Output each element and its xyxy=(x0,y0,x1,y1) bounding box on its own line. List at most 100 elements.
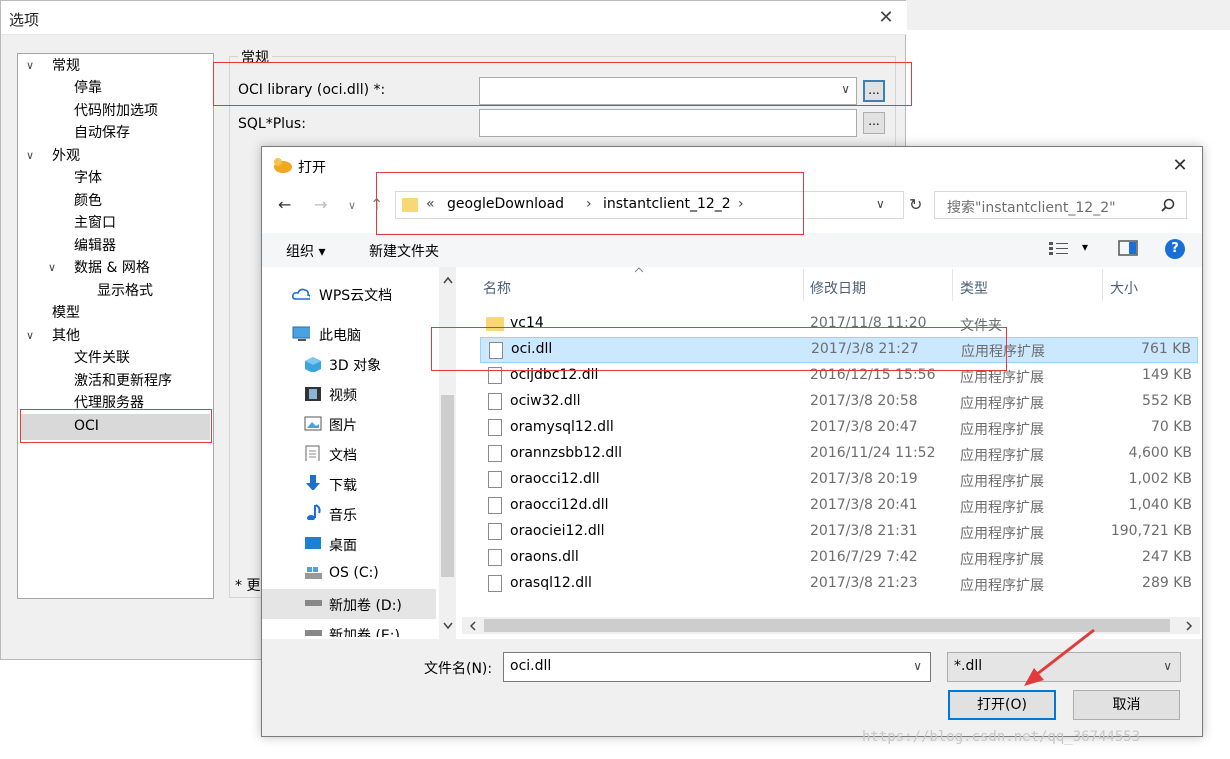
chevron-down-icon[interactable]: ∨ xyxy=(913,659,922,673)
oci-browse-button[interactable]: ... xyxy=(863,80,885,102)
file-row[interactable]: oraons.dll 2016/7/29 7:42 应用程序扩展 247 KB xyxy=(480,545,1198,571)
tree-item-autosave[interactable]: 自动保存 xyxy=(74,123,130,143)
view-dropdown-icon[interactable]: ▾ xyxy=(1082,240,1088,254)
breadcrumb-separator[interactable]: › xyxy=(738,196,744,212)
open-button[interactable]: 打开(O) xyxy=(948,690,1056,720)
nav-item-os-c[interactable]: OS (C:) xyxy=(329,565,379,581)
file-row-selected[interactable]: oci.dll 2017/3/8 21:27 应用程序扩展 761 KB xyxy=(480,337,1198,363)
tree-item-oci[interactable]: OCI xyxy=(74,416,99,436)
scroll-left-icon[interactable] xyxy=(468,620,478,632)
dll-file-icon xyxy=(488,549,502,566)
scroll-right-icon[interactable] xyxy=(1184,620,1194,632)
nav-item-pictures[interactable]: 图片 xyxy=(329,415,357,435)
tree-item-main-window[interactable]: 主窗口 xyxy=(74,213,116,233)
view-options-icon[interactable] xyxy=(1049,241,1069,255)
breadcrumb-overflow[interactable]: « xyxy=(426,196,435,212)
file-name: ociw32.dll xyxy=(510,393,581,409)
file-name: oraociei12.dll xyxy=(510,523,605,539)
scroll-up-icon[interactable] xyxy=(442,275,454,285)
options-tree: ∨ 常规 停靠 代码附加选项 自动保存 ∨ 外观 字体 颜色 主窗口 编辑器 ∨… xyxy=(17,53,214,599)
tree-item-font[interactable]: 字体 xyxy=(74,168,102,188)
file-row[interactable]: oraocci12d.dll 2017/3/8 20:41 应用程序扩展 1,0… xyxy=(480,493,1198,519)
nav-item-clip: 新加卷 (E:) xyxy=(322,619,438,637)
nav-item-this-pc[interactable]: 此电脑 xyxy=(319,325,361,345)
file-type: 应用程序扩展 xyxy=(960,578,1044,594)
file-row[interactable]: oraociei12.dll 2017/3/8 21:31 应用程序扩展 190… xyxy=(480,519,1198,545)
tree-item-activation[interactable]: 激活和更新程序 xyxy=(74,371,172,391)
file-date: 2016/7/29 7:42 xyxy=(810,549,918,565)
preview-pane-icon[interactable] xyxy=(1118,240,1138,256)
file-row[interactable]: orasql12.dll 2017/3/8 21:23 应用程序扩展 289 K… xyxy=(480,571,1198,597)
search-input[interactable]: 搜索"instantclient_12_2" xyxy=(934,191,1187,219)
file-type: 文件夹 xyxy=(960,318,1002,334)
file-type-value: *.dll xyxy=(954,658,983,674)
3d-objects-icon xyxy=(305,357,321,372)
tree-expand-icon[interactable]: ∨ xyxy=(26,146,34,166)
sqlplus-input[interactable] xyxy=(479,109,857,137)
nav-item-desktop[interactable]: 桌面 xyxy=(329,535,357,555)
breadcrumb-separator[interactable]: › xyxy=(586,196,592,212)
tree-item-model[interactable]: 模型 xyxy=(52,303,80,323)
nav-item-documents[interactable]: 文档 xyxy=(329,445,357,465)
help-icon[interactable]: ? xyxy=(1165,239,1185,259)
options-close-icon[interactable]: ✕ xyxy=(873,7,899,29)
nav-scrollbar-thumb[interactable] xyxy=(441,395,454,577)
oci-library-input[interactable]: ∨ xyxy=(479,77,857,105)
file-row[interactable]: oraocci12.dll 2017/3/8 20:19 应用程序扩展 1,00… xyxy=(480,467,1198,493)
scroll-down-icon[interactable] xyxy=(442,621,454,631)
forward-arrow-icon[interactable]: → xyxy=(314,195,327,214)
tree-item-data-grid[interactable]: 数据 & 网格 xyxy=(74,258,150,278)
nav-item-music[interactable]: 音乐 xyxy=(329,505,357,525)
column-header-date[interactable]: 修改日期 xyxy=(810,278,866,298)
tree-expand-icon[interactable]: ∨ xyxy=(48,258,56,278)
tree-expand-icon[interactable]: ∨ xyxy=(26,326,34,346)
file-type: 应用程序扩展 xyxy=(960,552,1044,568)
file-name: vc14 xyxy=(510,315,544,331)
column-header-name[interactable]: 名称 xyxy=(483,278,511,298)
documents-icon xyxy=(305,445,320,461)
tree-item-proxy[interactable]: 代理服务器 xyxy=(74,393,144,413)
tree-item-docking[interactable]: 停靠 xyxy=(74,78,102,98)
file-row[interactable]: oramysql12.dll 2017/3/8 20:47 应用程序扩展 70 … xyxy=(480,415,1198,441)
column-header-type[interactable]: 类型 xyxy=(960,278,988,298)
chevron-down-icon[interactable]: ∨ xyxy=(1163,659,1172,673)
nav-item-volume-e[interactable]: 新加卷 (E:) xyxy=(329,625,400,637)
address-bar[interactable]: « geogleDownload › instantclient_12_2 › … xyxy=(395,191,904,219)
file-date: 2017/3/8 21:27 xyxy=(811,341,919,357)
tree-item-file-assoc[interactable]: 文件关联 xyxy=(74,348,130,368)
file-date: 2016/11/24 11:52 xyxy=(810,445,936,461)
chevron-down-icon[interactable]: ∨ xyxy=(876,197,885,211)
chevron-down-icon[interactable]: ∨ xyxy=(841,82,850,96)
tree-item-editor[interactable]: 编辑器 xyxy=(74,236,116,256)
tree-item-display-format[interactable]: 显示格式 xyxy=(97,281,153,301)
tree-item-color[interactable]: 颜色 xyxy=(74,191,102,211)
new-folder-button[interactable]: 新建文件夹 xyxy=(369,241,439,261)
organize-button[interactable]: 组织 ▾ xyxy=(286,241,325,261)
file-row[interactable]: orannzsbb12.dll 2016/11/24 11:52 应用程序扩展 … xyxy=(480,441,1198,467)
dialog-close-icon[interactable]: ✕ xyxy=(1168,155,1192,176)
cancel-button[interactable]: 取消 xyxy=(1073,690,1180,720)
refresh-icon[interactable]: ↻ xyxy=(909,195,922,214)
back-arrow-icon[interactable]: ← xyxy=(278,195,291,214)
nav-item-videos[interactable]: 视频 xyxy=(329,385,357,405)
column-header-size[interactable]: 大小 xyxy=(1110,278,1138,298)
nav-item-3d-objects[interactable]: 3D 对象 xyxy=(329,355,381,375)
tree-expand-icon[interactable]: ∨ xyxy=(26,56,34,76)
filename-input[interactable]: oci.dll ∨ xyxy=(503,652,931,682)
sqlplus-browse-button[interactable]: ... xyxy=(863,112,885,134)
nav-item-downloads[interactable]: 下载 xyxy=(329,475,357,495)
tree-item-appearance[interactable]: 外观 xyxy=(52,146,80,166)
file-row[interactable]: ociw32.dll 2017/3/8 20:58 应用程序扩展 552 KB xyxy=(480,389,1198,415)
nav-item-wps-cloud[interactable]: WPS云文档 xyxy=(319,285,392,305)
recent-dropdown-icon[interactable]: ∨ xyxy=(348,199,356,212)
nav-item-volume-d[interactable]: 新加卷 (D:) xyxy=(329,595,402,615)
file-row[interactable]: vc14 2017/11/8 11:20 文件夹 xyxy=(480,311,1198,337)
tree-item-code-options[interactable]: 代码附加选项 xyxy=(74,101,158,121)
breadcrumb-segment[interactable]: geogleDownload xyxy=(447,196,564,212)
up-arrow-icon[interactable]: ↑ xyxy=(370,195,383,214)
file-size: 70 KB xyxy=(1150,419,1192,435)
tree-item-other[interactable]: 其他 xyxy=(52,326,80,346)
breadcrumb-segment[interactable]: instantclient_12_2 xyxy=(603,196,731,212)
file-row[interactable]: ocijdbc12.dll 2016/12/15 15:56 应用程序扩展 14… xyxy=(480,363,1198,389)
tree-item-general[interactable]: 常规 xyxy=(52,56,80,76)
